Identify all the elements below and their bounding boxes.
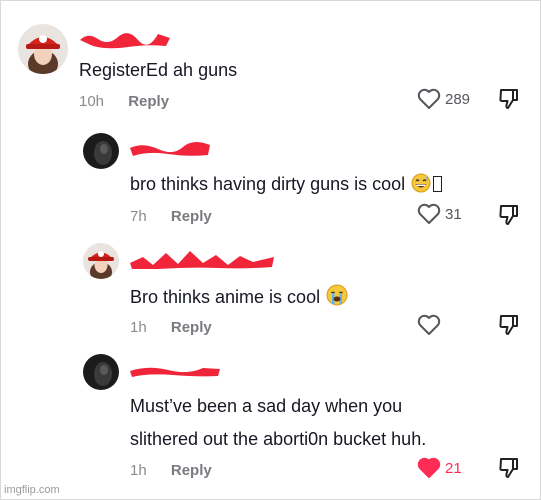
avatar[interactable] (18, 24, 68, 74)
avatar[interactable] (83, 133, 119, 169)
thumbs-down-icon (499, 458, 518, 478)
thumbs-down-icon (499, 205, 518, 225)
comment-meta: 1h Reply (130, 462, 212, 479)
heart-icon (417, 314, 441, 335)
comment-time: 1h (130, 319, 147, 336)
redacted-username (128, 247, 278, 273)
heart-icon (417, 203, 441, 224)
like-button[interactable]: 31 (417, 203, 462, 225)
comment-text: bro thinks having dirty guns is cool (130, 172, 443, 199)
comment-time: 7h (130, 208, 147, 225)
grinning-sweat-emoji-icon (411, 173, 431, 199)
comment-text-content: bro thinks having dirty guns is cool (130, 174, 406, 194)
watermark: imgflip.com (4, 484, 60, 496)
heart-filled-icon (417, 457, 441, 478)
comment-meta: 1h Reply (130, 319, 212, 336)
reply-button[interactable]: Reply (171, 319, 212, 336)
avatar[interactable] (83, 243, 119, 279)
thumbs-down-icon (499, 89, 518, 109)
missing-glyph-box (433, 176, 443, 192)
comment-meta: 10h Reply (79, 93, 169, 110)
dislike-button[interactable] (497, 87, 521, 111)
comment-text: RegisterEd ah guns (79, 60, 238, 80)
heart-icon (417, 88, 441, 109)
like-count: 289 (445, 90, 471, 108)
comment-time: 1h (130, 462, 147, 479)
reply-button[interactable]: Reply (171, 208, 212, 225)
reply-button[interactable]: Reply (128, 93, 169, 110)
dislike-button[interactable] (497, 203, 521, 227)
redacted-username (128, 140, 213, 160)
reply-button[interactable]: Reply (171, 462, 212, 479)
like-count: 21 (445, 459, 462, 477)
thumbs-down-icon (499, 315, 518, 335)
crying-emoji-icon (326, 284, 348, 312)
like-button[interactable]: 289 (417, 88, 470, 110)
like-button-active[interactable]: 21 (417, 457, 462, 479)
comment-meta: 7h Reply (130, 208, 212, 225)
like-count: 31 (445, 205, 462, 223)
dislike-button[interactable] (497, 313, 521, 337)
dislike-button[interactable] (497, 456, 521, 480)
comment-text: Bro thinks anime is cool (130, 284, 348, 312)
comment-text-content: Bro thinks anime is cool (130, 287, 321, 307)
like-button[interactable] (417, 314, 445, 336)
redacted-username (128, 362, 223, 380)
avatar[interactable] (83, 354, 119, 390)
redacted-username (78, 28, 173, 50)
comment-time: 10h (79, 93, 105, 110)
comment-text-line-2: slithered out the aborti0n bucket huh. (130, 429, 427, 449)
comment-text-line-1: Must’ve been a sad day when you (130, 396, 403, 416)
